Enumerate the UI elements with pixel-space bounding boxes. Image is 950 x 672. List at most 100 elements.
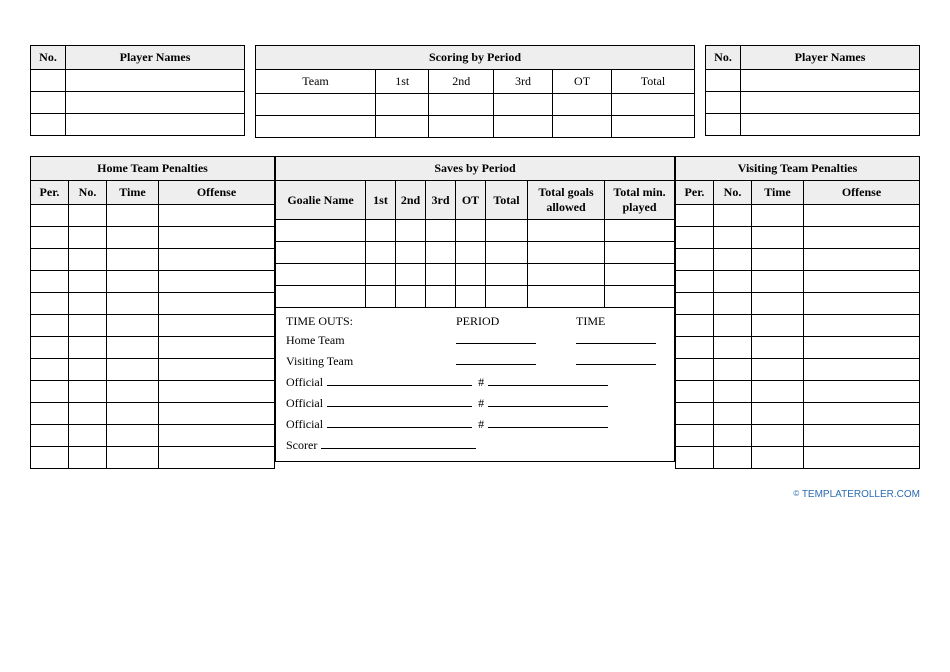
table-row xyxy=(31,205,275,227)
home-penalties: Home Team Penalties Per. No. Time Offens… xyxy=(30,156,275,469)
row-official-3: Official # xyxy=(286,417,664,432)
blank-line[interactable] xyxy=(456,364,536,365)
table-row xyxy=(676,425,920,447)
row-scorer: Scorer xyxy=(286,438,664,453)
col-2nd: 2nd xyxy=(429,70,494,94)
players-left-table: No. Player Names xyxy=(30,45,245,136)
label-visiting-team: Visiting Team xyxy=(286,354,456,369)
col-per: Per. xyxy=(676,181,714,205)
blank-line[interactable] xyxy=(488,385,608,386)
col-goalie: Goalie Name xyxy=(276,181,366,220)
blank-line[interactable] xyxy=(488,427,608,428)
blank-line[interactable] xyxy=(321,448,476,449)
blank-line[interactable] xyxy=(327,385,472,386)
blank-line[interactable] xyxy=(576,343,656,344)
home-penalties-title: Home Team Penalties xyxy=(31,157,275,181)
col-3rd: 3rd xyxy=(426,181,456,220)
main-tables: Home Team Penalties Per. No. Time Offens… xyxy=(30,156,920,469)
timeouts-header: TIME OUTS: PERIOD TIME xyxy=(286,314,664,329)
col-time: Time xyxy=(752,181,804,205)
blank-line[interactable] xyxy=(456,343,536,344)
table-row xyxy=(31,249,275,271)
col-no: No. xyxy=(714,181,752,205)
label-period: PERIOD xyxy=(456,314,576,329)
table-row xyxy=(31,114,245,136)
table-row xyxy=(676,249,920,271)
table-row xyxy=(31,425,275,447)
label-time: TIME xyxy=(576,314,605,329)
col-ot: OT xyxy=(553,70,612,94)
table-row xyxy=(31,271,275,293)
col-time: Time xyxy=(107,181,159,205)
col-tga: Total goals allowed xyxy=(528,181,605,220)
blank-line[interactable] xyxy=(327,427,472,428)
table-row xyxy=(31,227,275,249)
players-right: No. Player Names xyxy=(705,45,920,138)
row-home-team: Home Team xyxy=(286,333,664,348)
table-row xyxy=(31,70,245,92)
col-tmp: Total min. played xyxy=(605,181,675,220)
label-scorer: Scorer xyxy=(286,438,317,453)
blank-line[interactable] xyxy=(488,406,608,407)
copyright-icon: © xyxy=(793,489,799,498)
signatures-box: TIME OUTS: PERIOD TIME Home Team Visitin… xyxy=(275,308,675,462)
table-row xyxy=(31,337,275,359)
col-player-names: Player Names xyxy=(66,46,245,70)
row-visiting-team: Visiting Team xyxy=(286,354,664,369)
table-row xyxy=(676,337,920,359)
scoring-by-period: Scoring by Period Team 1st 2nd 3rd OT To… xyxy=(255,45,695,138)
saves-title: Saves by Period xyxy=(276,157,675,181)
col-1st: 1st xyxy=(376,70,429,94)
visiting-penalties-table: Visiting Team Penalties Per. No. Time Of… xyxy=(675,156,920,469)
scoring-title: Scoring by Period xyxy=(256,46,695,70)
label-official: Official xyxy=(286,375,323,390)
visiting-penalties-title: Visiting Team Penalties xyxy=(676,157,920,181)
saves-table: Saves by Period Goalie Name 1st 2nd 3rd … xyxy=(275,156,675,308)
label-official: Official xyxy=(286,396,323,411)
table-row xyxy=(31,92,245,114)
row-official-1: Official # xyxy=(286,375,664,390)
home-penalties-table: Home Team Penalties Per. No. Time Offens… xyxy=(30,156,275,469)
table-row xyxy=(676,205,920,227)
table-row xyxy=(676,447,920,469)
footer-site: TEMPLATEROLLER.COM xyxy=(802,489,920,500)
table-row xyxy=(31,293,275,315)
footer: © TEMPLATEROLLER.COM xyxy=(30,489,920,500)
table-row xyxy=(706,114,920,136)
players-left: No. Player Names xyxy=(30,45,245,138)
label-hash: # xyxy=(478,396,484,411)
col-no: No. xyxy=(31,46,66,70)
col-total: Total xyxy=(612,70,695,94)
label-timeouts: TIME OUTS: xyxy=(286,314,456,329)
col-3rd: 3rd xyxy=(494,70,553,94)
table-row xyxy=(31,403,275,425)
col-2nd: 2nd xyxy=(396,181,426,220)
table-row xyxy=(676,403,920,425)
blank-line[interactable] xyxy=(576,364,656,365)
table-row xyxy=(276,242,675,264)
col-no: No. xyxy=(69,181,107,205)
label-home-team: Home Team xyxy=(286,333,456,348)
table-row xyxy=(706,92,920,114)
label-hash: # xyxy=(478,375,484,390)
table-row xyxy=(31,447,275,469)
table-row xyxy=(276,264,675,286)
table-row xyxy=(31,359,275,381)
table-row xyxy=(256,116,695,138)
table-row xyxy=(676,381,920,403)
col-team: Team xyxy=(256,70,376,94)
table-row xyxy=(31,315,275,337)
table-row xyxy=(676,315,920,337)
visiting-penalties: Visiting Team Penalties Per. No. Time Of… xyxy=(675,156,920,469)
row-official-2: Official # xyxy=(286,396,664,411)
table-row xyxy=(276,286,675,308)
players-right-table: No. Player Names xyxy=(705,45,920,136)
col-1st: 1st xyxy=(366,181,396,220)
center-column: Saves by Period Goalie Name 1st 2nd 3rd … xyxy=(275,156,675,469)
col-total: Total xyxy=(486,181,528,220)
table-row xyxy=(676,271,920,293)
table-row xyxy=(276,220,675,242)
table-row xyxy=(676,359,920,381)
table-row xyxy=(31,381,275,403)
blank-line[interactable] xyxy=(327,406,472,407)
